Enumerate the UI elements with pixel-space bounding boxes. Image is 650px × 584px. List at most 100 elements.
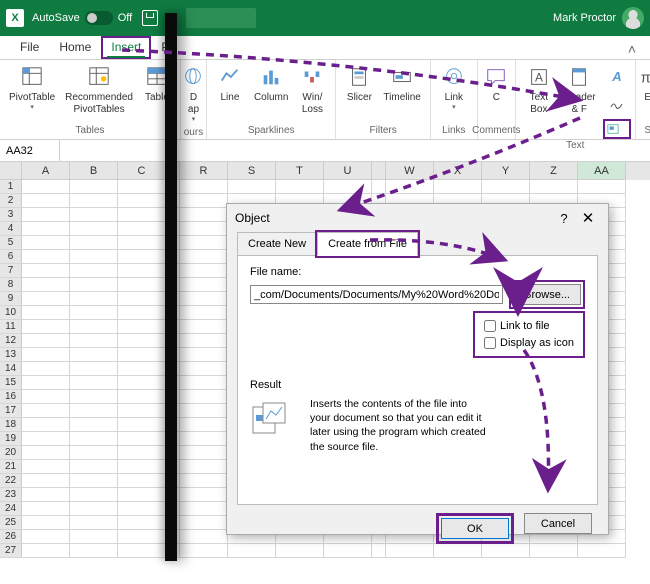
column-header[interactable]: S	[228, 162, 276, 180]
row-header[interactable]: 12	[0, 334, 22, 348]
column-header[interactable]: U	[324, 162, 372, 180]
group-sparklines: Line Column Win/ Loss Sparklines	[207, 60, 336, 139]
column-header[interactable]: C	[118, 162, 166, 180]
row-header[interactable]: 20	[0, 446, 22, 460]
avatar-icon	[622, 7, 644, 29]
sparkline-line-button[interactable]: Line	[211, 62, 249, 106]
column-header[interactable]: T	[276, 162, 324, 180]
row-header[interactable]: 13	[0, 348, 22, 362]
column-chart-icon	[257, 64, 285, 90]
user-account[interactable]: Mark Proctor	[553, 7, 644, 29]
headerfooter-button[interactable]: Header & F	[558, 62, 601, 118]
row-header[interactable]: 22	[0, 474, 22, 488]
file-name-label: File name:	[250, 266, 585, 278]
row-header[interactable]: 11	[0, 320, 22, 334]
line-chart-icon	[216, 64, 244, 90]
pivottable-icon	[18, 64, 46, 90]
row-header[interactable]: 4	[0, 222, 22, 236]
link-icon	[440, 64, 468, 90]
row-header[interactable]: 8	[0, 278, 22, 292]
row-header[interactable]: 7	[0, 264, 22, 278]
svg-text:A: A	[535, 71, 543, 85]
toggle-off-icon	[85, 11, 113, 25]
display-as-icon-checkbox[interactable]: Display as icon	[484, 335, 574, 352]
object-dialog: Object ? ✕ Create New Create from File F…	[226, 203, 609, 535]
cancel-button[interactable]: Cancel	[524, 513, 592, 534]
tab-file[interactable]: File	[10, 36, 49, 59]
row-header[interactable]: 6	[0, 250, 22, 264]
row-header[interactable]: 24	[0, 502, 22, 516]
column-header[interactable]: Z	[530, 162, 578, 180]
autosave-toggle[interactable]: AutoSave Off	[32, 11, 132, 25]
column-header[interactable]: B	[70, 162, 118, 180]
row-header[interactable]: 19	[0, 432, 22, 446]
titlebar: X AutoSave Off Mark Proctor	[0, 0, 650, 36]
row-header[interactable]: 14	[0, 362, 22, 376]
row-header[interactable]: 23	[0, 488, 22, 502]
row-header[interactable]: 3	[0, 208, 22, 222]
recommended-pivottables-icon	[85, 64, 113, 90]
tab-home[interactable]: Home	[49, 36, 101, 59]
tab-create-from-file[interactable]: Create from File	[317, 232, 418, 256]
sparkline-column-button[interactable]: Column	[249, 62, 293, 106]
column-header[interactable]: W	[386, 162, 434, 180]
row-header[interactable]: 16	[0, 390, 22, 404]
column-header[interactable]: Y	[482, 162, 530, 180]
textbox-button[interactable]: A Text Box	[520, 62, 558, 118]
wordart-icon: A	[608, 67, 626, 85]
row-header[interactable]: 1	[0, 180, 22, 194]
group-tables: PivotTable▾ Recommended PivotTables Tabl…	[0, 60, 181, 139]
ribbon-collapse-icon[interactable]: ˄	[622, 39, 642, 59]
sparkline-winloss-button[interactable]: Win/ Loss	[293, 62, 331, 118]
link-button[interactable]: Link▾	[435, 62, 473, 114]
name-box[interactable]: AA32	[0, 140, 60, 161]
object-button[interactable]	[603, 119, 631, 139]
column-header[interactable]: X	[434, 162, 482, 180]
recommended-pivottables-button[interactable]: Recommended PivotTables	[60, 62, 138, 118]
search-input[interactable]	[186, 8, 256, 28]
row-header[interactable]: 25	[0, 516, 22, 530]
row-header[interactable]: 15	[0, 376, 22, 390]
dropdown-arrow-icon: ▾	[192, 116, 196, 124]
row-header[interactable]: 5	[0, 236, 22, 250]
help-icon[interactable]: ?	[552, 211, 576, 226]
column-header[interactable]	[372, 162, 386, 180]
close-icon[interactable]: ✕	[576, 209, 600, 227]
comment-icon	[482, 64, 510, 90]
timeline-button[interactable]: Timeline	[378, 62, 425, 106]
row-header[interactable]: 27	[0, 544, 22, 558]
row-header[interactable]: 26	[0, 530, 22, 544]
wordart-button[interactable]: A	[603, 65, 631, 89]
link-to-file-checkbox[interactable]: Link to file	[484, 318, 574, 335]
formula-bar: AA32	[0, 140, 650, 162]
tab-create-new[interactable]: Create New	[237, 232, 317, 256]
svg-text:A: A	[611, 69, 621, 84]
ribbon-tabs: File Home Insert Pa ˄	[0, 36, 650, 60]
comment-button[interactable]: C	[477, 62, 515, 106]
browse-button[interactable]: Browse...	[513, 284, 581, 305]
group-links: Link▾ Links	[431, 60, 478, 139]
excel-icon: X	[6, 9, 24, 27]
signature-icon	[608, 94, 626, 112]
pivottable-button[interactable]: PivotTable▾	[4, 62, 60, 114]
ribbon: PivotTable▾ Recommended PivotTables Tabl…	[0, 60, 650, 140]
signature-button[interactable]	[603, 92, 631, 116]
equation-button[interactable]: π E	[629, 62, 650, 106]
file-name-input[interactable]	[250, 285, 503, 304]
row-header[interactable]: 10	[0, 306, 22, 320]
slicer-icon	[345, 64, 373, 90]
column-header[interactable]: A	[22, 162, 70, 180]
column-header[interactable]: AA	[578, 162, 626, 180]
ok-button[interactable]: OK	[441, 518, 509, 539]
row-header[interactable]: 9	[0, 292, 22, 306]
tab-insert[interactable]: Insert	[101, 36, 151, 59]
row-header[interactable]: 2	[0, 194, 22, 208]
row-header[interactable]: 18	[0, 418, 22, 432]
save-icon[interactable]	[142, 10, 158, 26]
row-header[interactable]: 17	[0, 404, 22, 418]
column-header[interactable]: R	[180, 162, 228, 180]
row-header[interactable]: 21	[0, 460, 22, 474]
slicer-button[interactable]: Slicer	[340, 62, 378, 106]
result-label: Result	[250, 379, 585, 391]
autosave-state: Off	[118, 12, 132, 24]
